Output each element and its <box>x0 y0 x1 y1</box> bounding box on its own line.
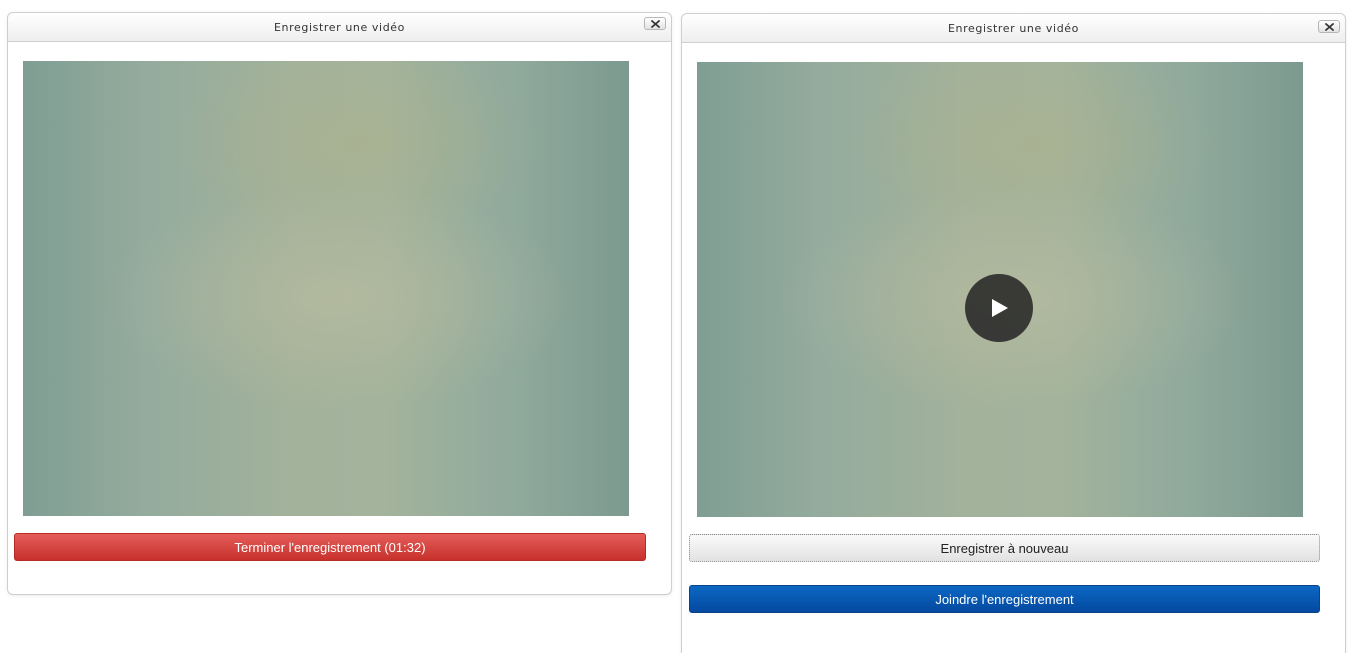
recorded-video-player[interactable] <box>697 62 1303 517</box>
video-preview <box>23 61 629 516</box>
dialog-titlebar: Enregistrer une vidéo <box>8 13 671 42</box>
close-icon <box>1325 23 1334 31</box>
record-video-dialog-recording: Enregistrer une vidéo Terminer l'enregis… <box>7 12 672 595</box>
record-video-dialog-finished: Enregistrer une vidéo Enregistrer à nouv… <box>681 13 1346 653</box>
close-dialog-button[interactable] <box>1318 20 1340 33</box>
close-dialog-button[interactable] <box>644 17 666 30</box>
stop-recording-button[interactable]: Terminer l'enregistrement (01:32) <box>14 533 646 561</box>
dialog-title: Enregistrer une vidéo <box>948 22 1079 35</box>
dialog-titlebar: Enregistrer une vidéo <box>682 14 1345 43</box>
record-again-button[interactable]: Enregistrer à nouveau <box>689 534 1320 562</box>
close-icon <box>651 20 660 28</box>
attach-recording-button[interactable]: Joindre l'enregistrement <box>689 585 1320 613</box>
play-icon <box>992 299 1008 317</box>
dialog-title: Enregistrer une vidéo <box>274 21 405 34</box>
play-button[interactable] <box>965 274 1033 342</box>
